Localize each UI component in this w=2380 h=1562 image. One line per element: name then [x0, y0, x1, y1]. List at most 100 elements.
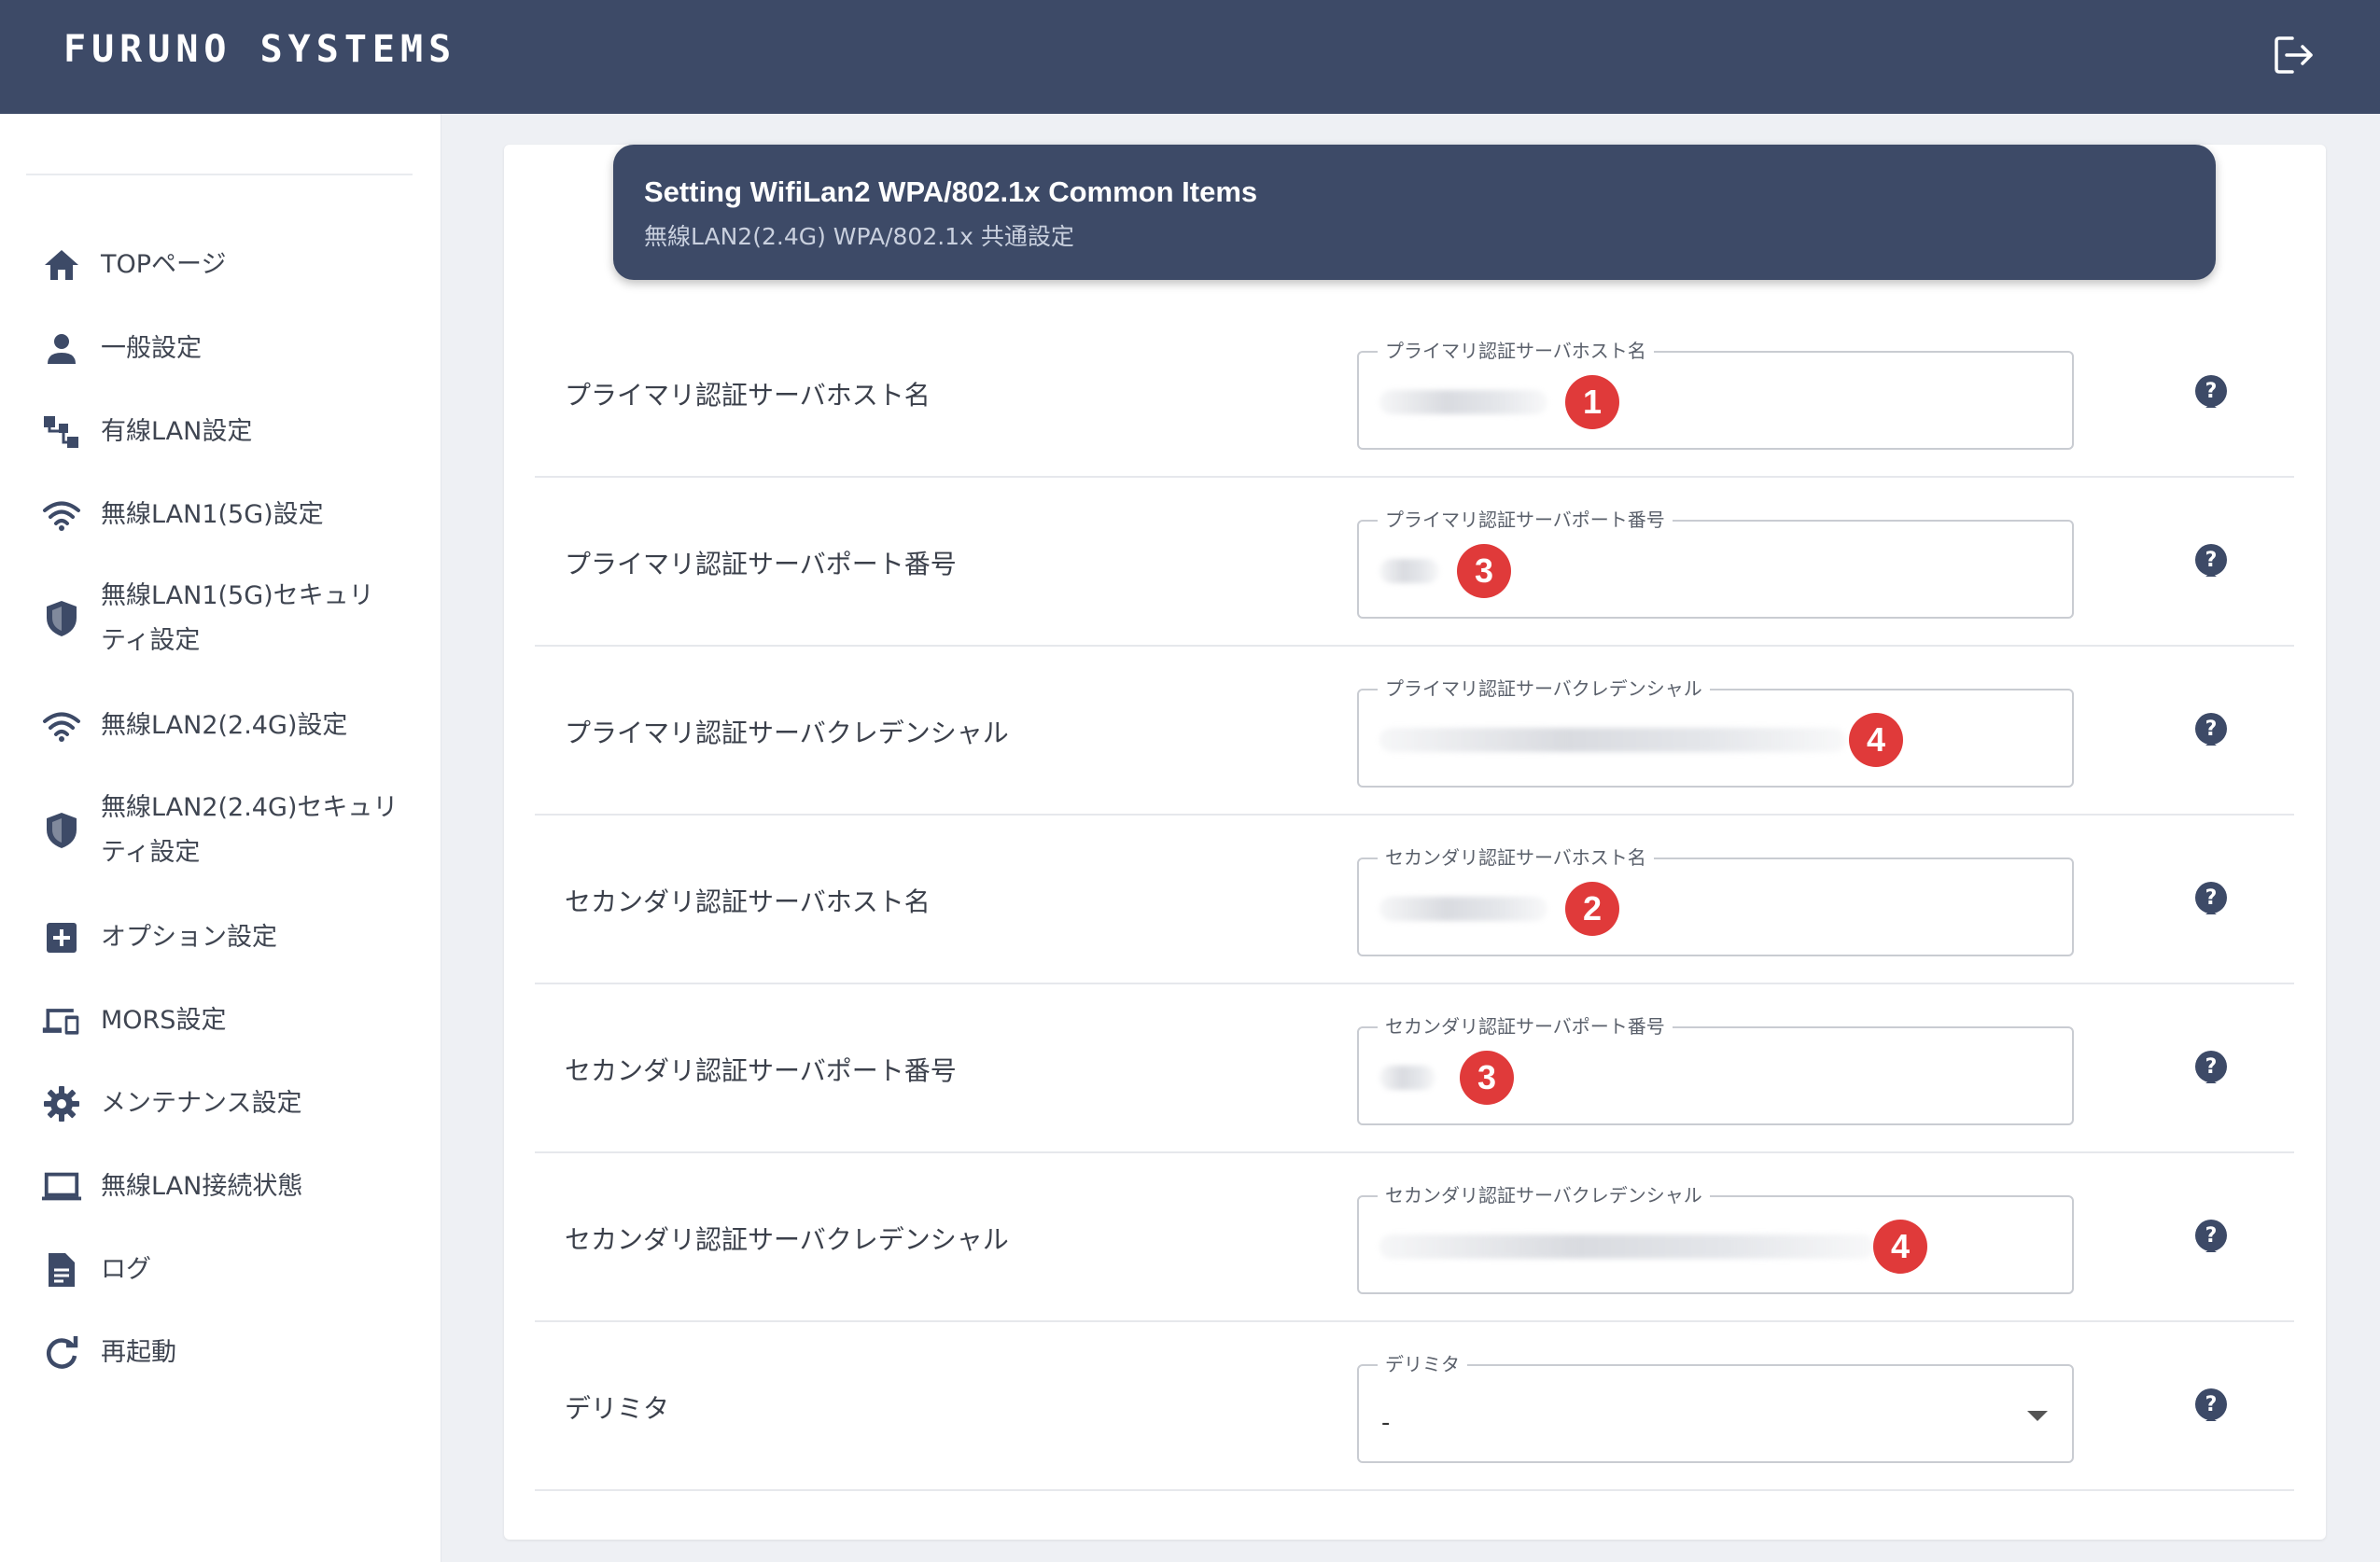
sidebar-item-label: 無線LAN1(5G)セキュリ ティ設定: [101, 581, 374, 655]
row-label: プライマリ認証サーバホスト名: [565, 379, 931, 411]
laptop-icon: [41, 1166, 82, 1207]
document-icon: [41, 1249, 82, 1290]
logout-icon[interactable]: [2274, 35, 2317, 75]
sidebar-item-wlan-status[interactable]: 無線LAN接続状態: [0, 1159, 441, 1215]
primary-credential-field[interactable]: プライマリ認証サーバクレデンシャル 4: [1357, 674, 2074, 788]
help-icon[interactable]: ?: [2192, 374, 2230, 411]
field-legend: セカンダリ認証サーバホスト名: [1378, 843, 1654, 870]
shield-icon: [41, 598, 82, 639]
field-legend: セカンダリ認証サーバポート番号: [1378, 1011, 1673, 1039]
sidebar-divider: [26, 174, 413, 175]
chevron-down-icon: [2027, 1411, 2048, 1421]
sidebar-item-label: オプション設定: [101, 923, 277, 952]
form-row-primary-port: プライマリ認証サーバポート番号 プライマリ認証サーバポート番号 3 ?: [535, 478, 2294, 647]
form-row-delimiter: デリミタ デリミタ - ?: [535, 1322, 2294, 1491]
form-row-secondary-port: セカンダリ認証サーバポート番号 セカンダリ認証サーバポート番号 3 ?: [535, 984, 2294, 1153]
form-row-secondary-host: セカンダリ認証サーバホスト名 セカンダリ認証サーバホスト名 2 ?: [535, 816, 2294, 984]
help-icon[interactable]: ?: [2192, 881, 2230, 918]
row-label: セカンダリ認証サーバクレデンシャル: [565, 1223, 1009, 1255]
brand-logo: FURUNO SYSTEMS: [63, 28, 457, 71]
row-label: プライマリ認証サーバポート番号: [565, 548, 957, 579]
annotation-badge: 4: [1873, 1220, 1927, 1274]
sidebar-item-general[interactable]: 一般設定: [0, 321, 441, 377]
wifi-icon: [41, 705, 82, 746]
person-icon: [41, 328, 82, 370]
sidebar-item-label: メンテナンス設定: [101, 1089, 302, 1118]
sidebar-item-label: MORS設定: [101, 1006, 227, 1035]
redacted-value: [1379, 559, 1439, 583]
form-row-primary-credential: プライマリ認証サーバクレデンシャル プライマリ認証サーバクレデンシャル 4 ?: [535, 647, 2294, 816]
svg-text:?: ?: [2205, 1224, 2218, 1248]
field-legend: デリミタ: [1378, 1349, 1467, 1376]
sidebar-item-wired-lan[interactable]: 有線LAN設定: [0, 404, 441, 460]
sidebar-item-mors[interactable]: MORS設定: [0, 993, 441, 1049]
redacted-value: [1379, 728, 1846, 752]
page-title: Setting WifiLan2 WPA/802.1x Common Items: [644, 175, 1258, 208]
field-legend: プライマリ認証サーバポート番号: [1378, 505, 1673, 532]
sidebar: TOPページ 一般設定 有線LAN設定 無線LAN1(5G)設定 無線LAN1(…: [0, 114, 441, 1562]
annotation-badge: 1: [1565, 375, 1619, 429]
annotation-badge: 3: [1460, 1051, 1514, 1105]
svg-text:?: ?: [2205, 886, 2218, 910]
plus-box-icon: [41, 917, 82, 958]
help-icon[interactable]: ?: [2192, 1388, 2230, 1425]
sidebar-item-label: ログ: [101, 1255, 151, 1284]
primary-host-field[interactable]: プライマリ認証サーバホスト名 1: [1357, 336, 2074, 450]
help-icon[interactable]: ?: [2192, 1219, 2230, 1256]
annotation-badge: 2: [1565, 882, 1619, 936]
network-tree-icon: [41, 411, 82, 453]
sidebar-item-label: 再起動: [101, 1338, 176, 1367]
sidebar-item-label: 無線LAN2(2.4G)セキュリ ティ設定: [101, 793, 399, 867]
field-legend: セカンダリ認証サーバクレデンシャル: [1378, 1180, 1710, 1207]
sidebar-item-wlan1[interactable]: 無線LAN1(5G)設定: [0, 487, 441, 543]
secondary-credential-field[interactable]: セカンダリ認証サーバクレデンシャル 4: [1357, 1180, 2074, 1294]
primary-port-field[interactable]: プライマリ認証サーバポート番号 3: [1357, 505, 2074, 619]
help-icon[interactable]: ?: [2192, 712, 2230, 749]
secondary-port-field[interactable]: セカンダリ認証サーバポート番号 3: [1357, 1011, 2074, 1125]
sidebar-item-wlan2[interactable]: 無線LAN2(2.4G)設定: [0, 698, 441, 754]
refresh-icon: [41, 1332, 82, 1374]
annotation-badge: 4: [1849, 713, 1903, 767]
home-icon: [41, 244, 82, 286]
field-legend: プライマリ認証サーバクレデンシャル: [1378, 674, 1710, 701]
help-icon[interactable]: ?: [2192, 543, 2230, 580]
page-subtitle: 無線LAN2(2.4G) WPA/802.1x 共通設定: [644, 223, 1074, 250]
select-value: -: [1381, 1409, 1391, 1437]
sidebar-item-top[interactable]: TOPページ: [0, 237, 441, 293]
redacted-value: [1379, 1234, 1874, 1259]
row-label: プライマリ認証サーバクレデンシャル: [565, 717, 1009, 748]
wifi-icon: [41, 495, 82, 536]
sidebar-item-reboot[interactable]: 再起動: [0, 1325, 441, 1381]
help-icon[interactable]: ?: [2192, 1050, 2230, 1087]
sidebar-item-label: 有線LAN設定: [101, 417, 253, 446]
annotation-badge: 3: [1457, 544, 1511, 598]
sidebar-item-label: 無線LAN2(2.4G)設定: [101, 711, 348, 740]
shield-icon: [41, 810, 82, 851]
sidebar-item-options[interactable]: オプション設定: [0, 910, 441, 966]
svg-text:?: ?: [2205, 380, 2218, 403]
sidebar-item-wlan2-security[interactable]: 無線LAN2(2.4G)セキュリ ティ設定: [0, 781, 441, 880]
secondary-host-field[interactable]: セカンダリ認証サーバホスト名 2: [1357, 843, 2074, 956]
sidebar-item-wlan1-security[interactable]: 無線LAN1(5G)セキュリ ティ設定: [0, 569, 441, 668]
svg-text:?: ?: [2205, 1055, 2218, 1079]
top-app-bar: FURUNO SYSTEMS: [0, 0, 2380, 114]
sidebar-item-maintenance[interactable]: メンテナンス設定: [0, 1076, 441, 1132]
devices-icon: [41, 1000, 82, 1041]
svg-text:?: ?: [2205, 549, 2218, 572]
sidebar-item-label: 無線LAN1(5G)設定: [101, 500, 324, 529]
row-label: セカンダリ認証サーバホスト名: [565, 886, 931, 917]
row-label: デリミタ: [565, 1392, 670, 1424]
svg-text:?: ?: [2205, 1393, 2218, 1416]
gear-icon: [41, 1083, 82, 1124]
sidebar-item-label: TOPページ: [101, 250, 227, 279]
sidebar-item-log[interactable]: ログ: [0, 1242, 441, 1298]
form-row-secondary-credential: セカンダリ認証サーバクレデンシャル セカンダリ認証サーバクレデンシャル 4 ?: [535, 1153, 2294, 1322]
form-row-primary-host: プライマリ認証サーバホスト名 プライマリ認証サーバホスト名 1 ?: [535, 309, 2294, 478]
delimiter-select[interactable]: デリミタ -: [1357, 1349, 2074, 1463]
section-header: Setting WifiLan2 WPA/802.1x Common Items…: [613, 145, 2216, 280]
row-label: セカンダリ認証サーバポート番号: [565, 1054, 957, 1086]
svg-text:?: ?: [2205, 718, 2218, 741]
field-legend: プライマリ認証サーバホスト名: [1378, 336, 1654, 363]
redacted-value: [1379, 390, 1547, 414]
sidebar-item-label: 一般設定: [101, 334, 202, 363]
